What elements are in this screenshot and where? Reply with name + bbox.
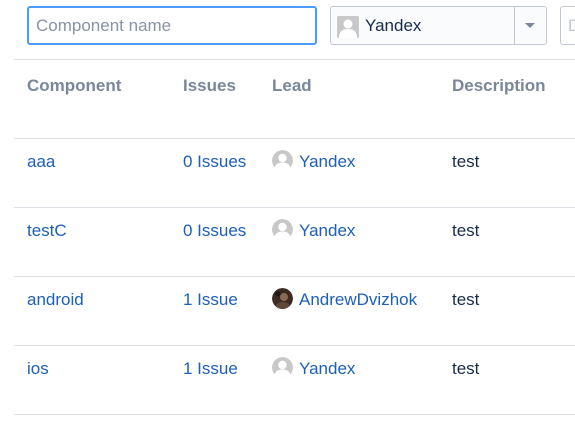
header-divider bbox=[14, 59, 575, 60]
component-description: test bbox=[452, 221, 480, 240]
component-link[interactable]: testC bbox=[27, 221, 67, 241]
component-filters: Yandex D bbox=[0, 0, 575, 60]
default-avatar-icon bbox=[272, 219, 293, 240]
table-row: aaa 0 Issues Yandex test bbox=[14, 138, 575, 207]
issues-link[interactable]: 0 Issues bbox=[183, 152, 246, 172]
row-divider bbox=[14, 138, 575, 139]
component-description: test bbox=[452, 359, 480, 378]
component-description: test bbox=[452, 152, 480, 171]
issues-link[interactable]: 1 Issue bbox=[183, 290, 238, 310]
component-link[interactable]: ios bbox=[27, 359, 49, 379]
table-row: testC 0 Issues Yandex test bbox=[14, 207, 575, 276]
table-row: ios 1 Issue Yandex test bbox=[14, 345, 575, 414]
row-divider bbox=[14, 207, 575, 208]
issues-link[interactable]: 1 Issue bbox=[183, 359, 238, 379]
lead-select[interactable]: Yandex bbox=[330, 6, 547, 45]
default-avatar-icon bbox=[337, 16, 359, 38]
chevron-down-icon[interactable] bbox=[514, 7, 546, 44]
lead-select-value: Yandex bbox=[365, 16, 422, 35]
default-avatar-icon bbox=[272, 357, 293, 378]
lead-link[interactable]: Yandex bbox=[299, 359, 355, 379]
component-name-input[interactable] bbox=[27, 6, 317, 45]
description-filter-placeholder: D bbox=[568, 16, 575, 35]
row-divider bbox=[14, 276, 575, 277]
lead-link[interactable]: AndrewDvizhok bbox=[299, 290, 417, 310]
column-header-issues: Issues bbox=[183, 76, 236, 95]
default-avatar-icon bbox=[272, 150, 293, 171]
photo-avatar bbox=[272, 288, 293, 309]
row-divider bbox=[14, 345, 575, 346]
column-header-lead: Lead bbox=[272, 76, 312, 95]
table-row: android 1 Issue AndrewDvizhok test bbox=[14, 276, 575, 345]
table-bottom-divider bbox=[14, 414, 575, 415]
column-header-description: Description bbox=[452, 76, 546, 95]
lead-link[interactable]: Yandex bbox=[299, 221, 355, 241]
component-description: test bbox=[452, 290, 480, 309]
issues-link[interactable]: 0 Issues bbox=[183, 221, 246, 241]
description-filter-input[interactable]: D bbox=[560, 6, 575, 45]
component-link[interactable]: android bbox=[27, 290, 84, 310]
component-link[interactable]: aaa bbox=[27, 152, 55, 172]
lead-link[interactable]: Yandex bbox=[299, 152, 355, 172]
column-header-component[interactable]: Component bbox=[27, 76, 121, 96]
